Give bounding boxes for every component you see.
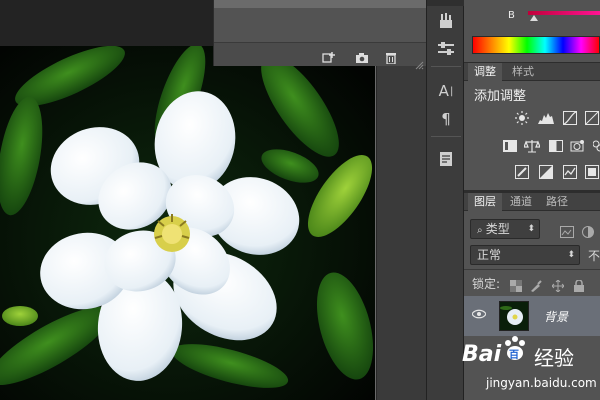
posterize-icon[interactable] — [538, 165, 554, 179]
camera-icon[interactable] — [355, 49, 369, 63]
lock-label: 锁定: — [472, 277, 501, 291]
black-white-icon[interactable] — [548, 139, 564, 153]
visibility-eye-icon[interactable] — [471, 308, 487, 322]
threshold-icon[interactable] — [562, 165, 578, 179]
dock-header — [427, 0, 465, 6]
adjustment-filter-icon[interactable] — [582, 223, 594, 242]
trash-icon[interactable] — [384, 49, 398, 65]
chevron-down-icon: ⬍ — [527, 224, 535, 234]
gradient-map-icon[interactable] — [584, 165, 600, 179]
layer-thumbnail — [499, 301, 529, 331]
adjust-sliders-icon[interactable] — [435, 38, 457, 60]
blend-mode-value: 正常 — [477, 248, 502, 262]
character-glyph: A — [438, 82, 449, 100]
baidu-jingyan-watermark: Bai 百 经验 jingyan.baidu.com — [460, 336, 600, 400]
exposure-icon[interactable] — [584, 111, 600, 125]
invert-icon[interactable] — [514, 165, 530, 179]
paragraph-glyph: ¶ — [441, 110, 451, 128]
lock-brush-icon[interactable] — [530, 277, 542, 296]
canvas-gutter — [377, 46, 426, 400]
tab-adjustments[interactable]: 调整 — [468, 63, 502, 81]
layer-name[interactable]: 背景 — [544, 308, 568, 325]
canvas-area — [0, 0, 427, 400]
brand-cn: 经验 — [534, 346, 574, 370]
photo-filter-icon[interactable] — [570, 139, 586, 153]
lock-all-icon[interactable] — [574, 277, 584, 296]
panel-footer — [214, 42, 427, 70]
photoshop-window: A | ¶ B 调整 样式 添加调整 图层 通道 路径 ⌕ 类型 ⬍ 正常 ⬍ … — [0, 0, 600, 400]
slider-thumb-icon[interactable] — [530, 15, 538, 21]
watermark-url: jingyan.baidu.com — [486, 376, 597, 390]
divider — [431, 136, 461, 137]
tab-styles[interactable]: 样式 — [506, 63, 540, 81]
lock-transparent-icon[interactable] — [510, 277, 522, 296]
notes-icon[interactable] — [435, 148, 457, 170]
curves-icon[interactable] — [562, 111, 578, 125]
pixel-filter-icon[interactable] — [560, 223, 574, 242]
vibrance-icon[interactable] — [502, 139, 518, 153]
tab-layers[interactable]: 图层 — [468, 193, 502, 211]
document-image[interactable] — [0, 46, 376, 400]
channel-mixer-icon[interactable] — [590, 139, 600, 153]
b-channel-slider[interactable] — [528, 11, 600, 15]
layers-tabbar: 图层 通道 路径 — [464, 193, 600, 211]
divider — [431, 66, 461, 67]
tab-paths[interactable]: 路径 — [540, 193, 574, 211]
levels-icon[interactable] — [538, 111, 554, 125]
color-panel: B — [464, 0, 600, 62]
tab-channels[interactable]: 通道 — [504, 193, 538, 211]
divider — [464, 269, 600, 270]
logo-suffix: 百 — [509, 350, 519, 361]
paragraph-icon[interactable]: ¶ — [435, 108, 457, 130]
layer-row-background[interactable]: 背景 — [464, 296, 600, 336]
new-snapshot-icon[interactable] — [322, 49, 336, 63]
color-spectrum[interactable] — [472, 36, 600, 54]
brightness-icon[interactable] — [514, 111, 530, 125]
blend-mode-select[interactable]: 正常 ⬍ — [470, 245, 580, 265]
filter-kind-value: 类型 — [485, 222, 510, 236]
search-icon: ⌕ — [477, 225, 486, 236]
brush-settings-icon[interactable] — [435, 10, 457, 32]
gardenia-photo — [0, 46, 375, 400]
document-top-strip — [0, 0, 213, 46]
channel-label: B — [508, 10, 515, 21]
chevron-down-icon: ⬍ — [567, 250, 575, 260]
panel-dock-icons: A | ¶ — [426, 0, 465, 400]
logo-text: Bai — [462, 342, 502, 367]
layer-filter-select[interactable]: ⌕ 类型 ⬍ — [470, 219, 540, 239]
history-item-row[interactable] — [214, 0, 427, 8]
adjustments-title: 添加调整 — [474, 89, 527, 104]
lock-move-icon[interactable] — [551, 277, 565, 296]
floating-history-panel[interactable] — [213, 0, 427, 70]
character-icon[interactable]: A | — [435, 80, 457, 102]
adjustments-tabbar: 调整 样式 — [464, 63, 600, 81]
resize-grip-icon[interactable] — [414, 55, 424, 70]
adjustments-panel: 调整 样式 添加调整 — [464, 62, 600, 190]
opacity-label: 不 — [588, 249, 600, 263]
balance-icon[interactable] — [524, 139, 540, 153]
